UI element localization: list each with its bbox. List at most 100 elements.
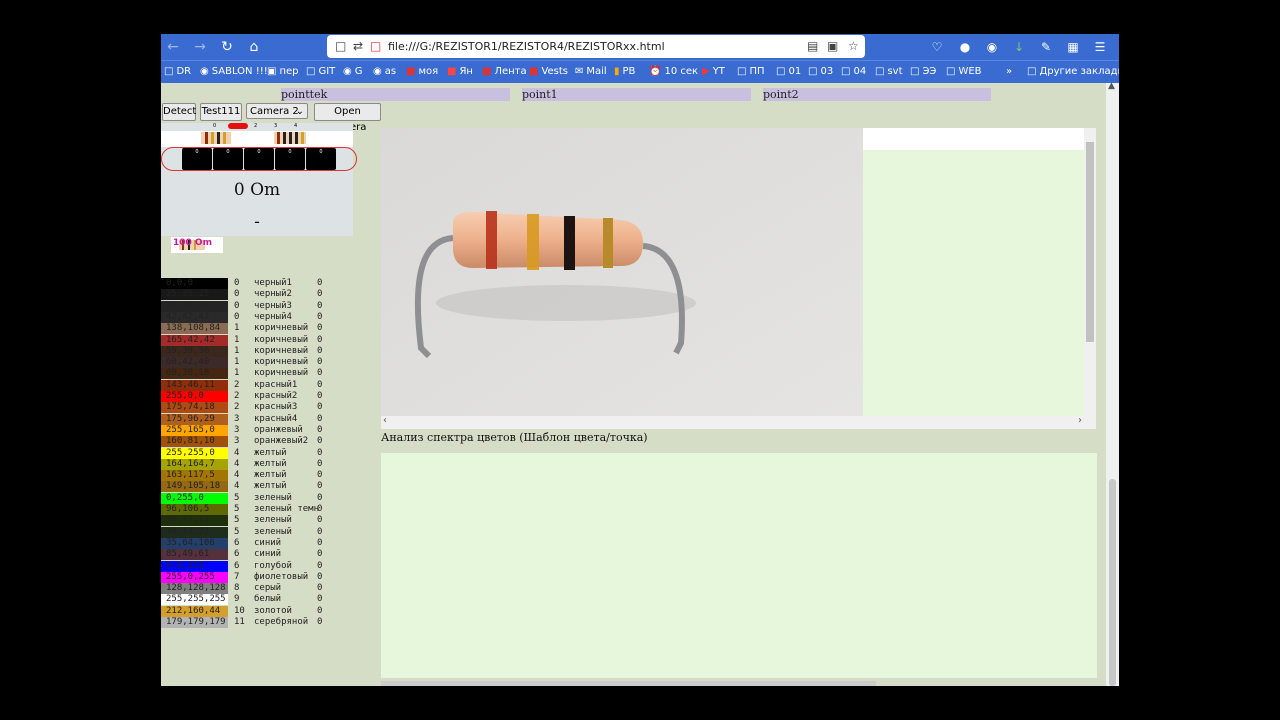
permissions-icon[interactable]: ⇄ [353,39,363,53]
color-name: красный4 [254,413,298,424]
color-swatch: 163,117,5 [161,470,228,482]
bookmark-item[interactable]: ■ Ян [447,66,473,77]
url-text: file:///G:/REZISTOR1/REZISTOR4/REZISTORx… [388,40,665,53]
address-bar[interactable]: □ ⇄ □ file:///G:/REZISTOR1/REZISTOR4/REZ… [327,35,865,58]
color-name: серый [254,583,282,594]
color-row: 85,49,61 6 синий 0 [161,549,361,561]
bookmark-item[interactable]: ■ моя [406,66,438,77]
color-swatch: 0,0,0 [161,278,228,289]
color-count: 0 [317,492,323,503]
browser-toolbar: ← → ↻ ⌂ □ ⇄ □ file:///G:/REZISTOR1/REZIS… [161,34,1119,60]
page-content: pointtek point1 point2 Detect Test111 Ca… [161,83,1106,686]
camera-select-value: Camera 2 [250,106,299,117]
color-count: 0 [317,345,323,356]
star-icon[interactable]: ☆ [848,39,859,53]
color-name: зеленый темн [254,504,320,514]
bookmark-item[interactable]: ✉ Mail [575,66,607,77]
bookmark-folder[interactable]: □ ЭЭ [910,66,936,77]
reader-view-icon[interactable]: ▤ [807,39,818,53]
color-row: 143,46,11 2 красный1 0 [161,379,361,391]
color-name: зеленый [254,515,292,526]
detect-button[interactable]: Detect [162,103,196,121]
menu-icon[interactable]: ☰ [1091,38,1109,56]
tab-pointtek[interactable]: pointtek [281,88,510,101]
back-icon[interactable]: ← [164,38,182,56]
pocket-icon[interactable]: ♡ [928,38,946,56]
screenshot-icon[interactable]: ▣ [827,39,838,53]
extensions-icon[interactable]: ✎ [1037,38,1055,56]
open-camera-button[interactable]: Open camera [314,103,381,133]
bookmark-item[interactable]: ◉ SABLON !!! [200,66,268,77]
test-button[interactable]: Test111 [200,103,242,121]
account-icon[interactable]: ● [956,38,974,56]
color-row: 255,255,255 9 белый 0 [161,594,361,606]
bookmark-item[interactable]: ■ Vests [529,66,568,77]
bookmark-folder[interactable]: □ 04 [841,66,866,77]
color-swatch: 30,47,11 [161,515,228,527]
color-name: черный3 [254,300,292,311]
tolerance-value: - [254,212,260,232]
color-digit: 0 [234,300,240,311]
color-row: 160,81,10 3 оранжевый2 0 [161,436,361,448]
color-row: 163,117,5 4 желтый 0 [161,470,361,482]
bookmark-folder[interactable]: □ 01 [776,66,801,77]
color-swatch: 212,160,44 [161,605,228,617]
bookmark-item[interactable]: ⏰ 10 сек [649,66,698,77]
digit-box: 0 [213,148,243,170]
active-band-marker [228,123,248,129]
color-count: 0 [317,617,323,627]
color-name: желтый [254,470,287,481]
bottom-horizontal-scrollbar[interactable] [381,681,876,686]
bookmark-item[interactable]: ■ Лента [482,66,527,77]
camera-select[interactable]: Camera 2 ⌄ [246,103,308,119]
mini-resistor-strip [161,131,353,147]
inner-horizontal-scrollbar[interactable]: ‹ › [381,415,1096,429]
color-name: оранжевый [254,424,303,435]
color-count: 0 [317,458,323,469]
color-count: 0 [317,357,323,368]
band-number: 0 [213,123,217,129]
bookmarks-overflow-icon[interactable]: » [1006,66,1012,77]
reload-icon[interactable]: ↻ [218,38,236,56]
color-count: 0 [317,504,323,514]
tab-point2[interactable]: point2 [763,88,991,101]
color-count: 0 [317,447,323,458]
analysis-label: Анализ спектра цветов (Шаблон цвета/точк… [381,431,648,444]
bookmark-folder[interactable]: □ svt [875,66,903,77]
bookmark-item[interactable]: □ GIT [306,66,335,77]
inner-vertical-scrollbar[interactable] [1084,128,1096,416]
color-row: 69,38,18 1 коричневый 0 [161,368,361,380]
color-row: 165,42,42 1 коричневый 0 [161,334,361,346]
resistor-display: 0 1 2 3 4 0 0 0 0 0 [161,123,357,236]
band-number: 4 [294,123,298,129]
other-bookmarks[interactable]: □Другие закладки [1027,66,1119,77]
camera-active-icon[interactable]: □ [370,39,381,53]
bookmark-item[interactable]: □ DR [164,66,191,77]
scroll-up-icon[interactable]: ▲ [1108,81,1115,91]
color-row: 175,96,29 3 красный4 0 [161,413,361,425]
page-vertical-scrollbar[interactable]: ▲ [1106,81,1119,686]
bookmark-item[interactable]: ▶ YT [702,66,725,77]
bookmark-item[interactable]: ▮ PB [614,66,635,77]
bookmark-item[interactable]: ▣ пер [267,66,299,77]
bookmark-folder[interactable]: □ 03 [808,66,833,77]
color-swatch: 160,81,10 [161,436,228,448]
download-icon[interactable]: ↓ [1010,38,1028,56]
tab-point1[interactable]: point1 [522,88,751,101]
bookmark-item[interactable]: ◉ G [343,66,362,77]
color-swatch: 165,42,42 [161,334,228,346]
forward-icon[interactable]: → [191,38,209,56]
color-digit: 11 [234,617,245,627]
bookmark-folder[interactable]: □ WEB [946,66,982,77]
extension-icon[interactable]: ◉ [983,38,1001,56]
color-name: черный1 [254,278,292,288]
color-digit: 0 [234,311,240,322]
scroll-left-icon[interactable]: ‹ [383,415,387,426]
scroll-right-icon[interactable]: › [1078,415,1082,426]
bookmark-item[interactable]: ◉ as [373,66,396,77]
bookmark-folder[interactable]: □ ПП [737,66,765,77]
tab-label: point1 [522,88,558,101]
addon-icon[interactable]: ▦ [1064,38,1082,56]
home-icon[interactable]: ⌂ [245,38,263,56]
color-swatch: 164,164,7 [161,458,228,470]
